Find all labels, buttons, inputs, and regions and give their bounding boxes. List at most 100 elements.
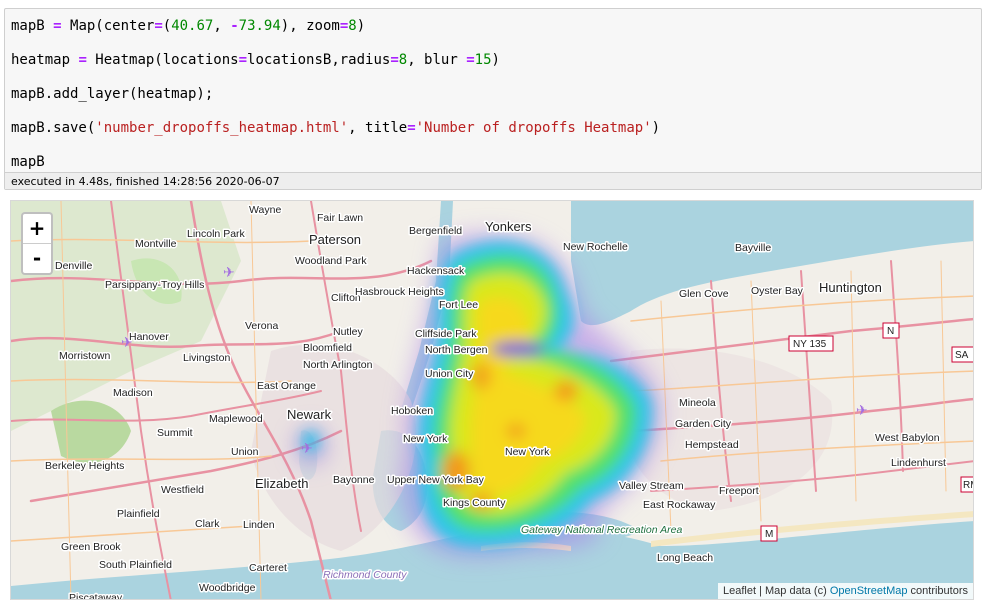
code-token: 8 xyxy=(398,52,408,68)
attribution-prefix: Leaflet | Map data (c) xyxy=(723,585,830,597)
code-token: 15 xyxy=(474,52,492,68)
place-label: Union xyxy=(231,446,259,458)
code-line: mapB.add_layer(heatmap); xyxy=(11,83,975,117)
code-token: = xyxy=(238,52,248,68)
zoom-control[interactable]: + - xyxy=(21,212,53,275)
place-label: Madison xyxy=(113,387,153,399)
code-token: 'Number of dropoffs Heatmap' xyxy=(415,120,652,136)
place-label: Westfield xyxy=(161,484,204,496)
code-token: = xyxy=(339,18,349,34)
code-token: locationsB,radius xyxy=(247,52,391,68)
place-label: Bayville xyxy=(735,242,771,254)
place-label: Hoboken xyxy=(391,405,433,417)
code-token: - xyxy=(230,18,239,34)
code-token: Map(center xyxy=(61,18,155,34)
place-label: Huntington xyxy=(819,280,882,295)
code-cell[interactable]: mapB = Map(center=(40.67, -73.94), zoom=… xyxy=(4,8,982,190)
zoom-out-button[interactable]: - xyxy=(23,244,51,273)
place-label: Kings County xyxy=(443,497,506,509)
attribution-suffix: contributors xyxy=(907,585,968,597)
place-label: Freeport xyxy=(719,485,759,497)
place-label: Newark xyxy=(287,407,332,422)
code-token: mapB.save( xyxy=(11,120,96,136)
place-label: Carteret xyxy=(249,562,287,574)
code-token: mapB xyxy=(11,18,54,34)
code-token: = xyxy=(390,52,399,68)
place-label: South Plainfield xyxy=(99,559,172,571)
road-shield-label: M xyxy=(765,529,773,540)
code-token: = xyxy=(78,52,87,68)
map-canvas[interactable]: ✈ ✈ ✈ ✈ NY 135 N SA M RM WayneFair LawnY… xyxy=(11,201,974,600)
place-label: Glen Cove xyxy=(679,288,729,300)
place-label: Lindenhurst xyxy=(891,457,946,469)
execution-status: executed in 4.48s, finished 14:28:56 202… xyxy=(5,172,981,189)
place-label: New York xyxy=(403,433,448,445)
code-token: ) xyxy=(356,18,366,34)
place-label: Hackensack xyxy=(407,265,465,277)
place-label: Green Brook xyxy=(61,541,121,553)
place-label: Parsippany-Troy Hills xyxy=(105,279,204,291)
place-label: New York xyxy=(505,446,550,458)
place-label: West Babylon xyxy=(875,432,940,444)
place-label: Woodbridge xyxy=(199,582,256,594)
place-label: Morristown xyxy=(59,350,111,362)
place-label: North Bergen xyxy=(425,344,488,356)
place-label: Bloomfield xyxy=(303,342,352,354)
map-output[interactable]: ✈ ✈ ✈ ✈ NY 135 N SA M RM WayneFair LawnY… xyxy=(10,200,974,600)
place-label: North Arlington xyxy=(303,359,373,371)
code-token: , title xyxy=(348,120,408,136)
place-label: Paterson xyxy=(309,232,361,247)
road-shield-label: RM xyxy=(963,480,974,491)
road-shield-label: NY 135 xyxy=(793,339,827,350)
openstreetmap-link[interactable]: OpenStreetMap xyxy=(830,585,908,597)
code-token: Heatmap(locations xyxy=(86,52,239,68)
place-label: Verona xyxy=(245,320,278,332)
place-label: Bayonne xyxy=(333,474,375,486)
code-token: = xyxy=(466,52,475,68)
place-label: Berkeley Heights xyxy=(45,460,124,472)
place-label: Union City xyxy=(425,368,474,380)
code-token: 40.67 xyxy=(171,18,214,34)
place-label: Fair Lawn xyxy=(317,212,363,224)
airplane-icon: ✈ xyxy=(223,265,235,281)
place-label: Upper New York Bay xyxy=(387,474,485,486)
place-label: Maplewood xyxy=(209,413,263,425)
place-label: Nutley xyxy=(333,326,364,338)
place-label: Woodland Park xyxy=(295,255,367,267)
code-token: 73.94 xyxy=(238,18,281,34)
zoom-in-button[interactable]: + xyxy=(23,214,51,244)
code-token: ) xyxy=(491,52,500,68)
airplane-icon: ✈ xyxy=(856,403,868,419)
place-label: East Orange xyxy=(257,380,316,392)
place-label: Gateway National Recreation Area xyxy=(521,524,682,536)
code-token: ) xyxy=(651,120,661,136)
place-label: Hempstead xyxy=(685,439,739,451)
place-label: Oyster Bay xyxy=(751,285,804,297)
code-token: = xyxy=(53,18,62,34)
code-line: heatmap = Heatmap(locations=locationsB,r… xyxy=(11,49,975,83)
road-shield-label: N xyxy=(887,326,894,337)
code-token: ( xyxy=(162,18,172,34)
place-label: Elizabeth xyxy=(255,476,308,491)
airplane-icon: ✈ xyxy=(301,441,313,457)
place-label: Wayne xyxy=(249,204,281,216)
place-label: Yonkers xyxy=(485,219,532,234)
code-editor[interactable]: mapB = Map(center=(40.67, -73.94), zoom=… xyxy=(5,9,981,175)
code-line: mapB.save('number_dropoffs_heatmap.html'… xyxy=(11,117,975,151)
place-label: Lincoln Park xyxy=(187,228,246,240)
place-label: Montville xyxy=(135,238,177,250)
code-line: mapB = Map(center=(40.67, -73.94), zoom=… xyxy=(11,15,975,49)
place-label: Hasbrouck Heights xyxy=(355,286,444,298)
code-token: mapB xyxy=(11,154,45,170)
code-token: = xyxy=(154,18,163,34)
place-label: Richmond County xyxy=(323,569,407,581)
place-label: Long Beach xyxy=(657,552,713,564)
place-label: Fort Lee xyxy=(439,299,478,311)
road-shield-label: SA xyxy=(955,350,969,361)
place-label: Clark xyxy=(195,518,220,530)
place-label: Linden xyxy=(243,519,275,531)
place-label: New Rochelle xyxy=(563,241,628,253)
place-label: Summit xyxy=(157,427,193,439)
place-label: Valley Stream xyxy=(619,480,684,492)
code-token: , blur xyxy=(407,52,467,68)
